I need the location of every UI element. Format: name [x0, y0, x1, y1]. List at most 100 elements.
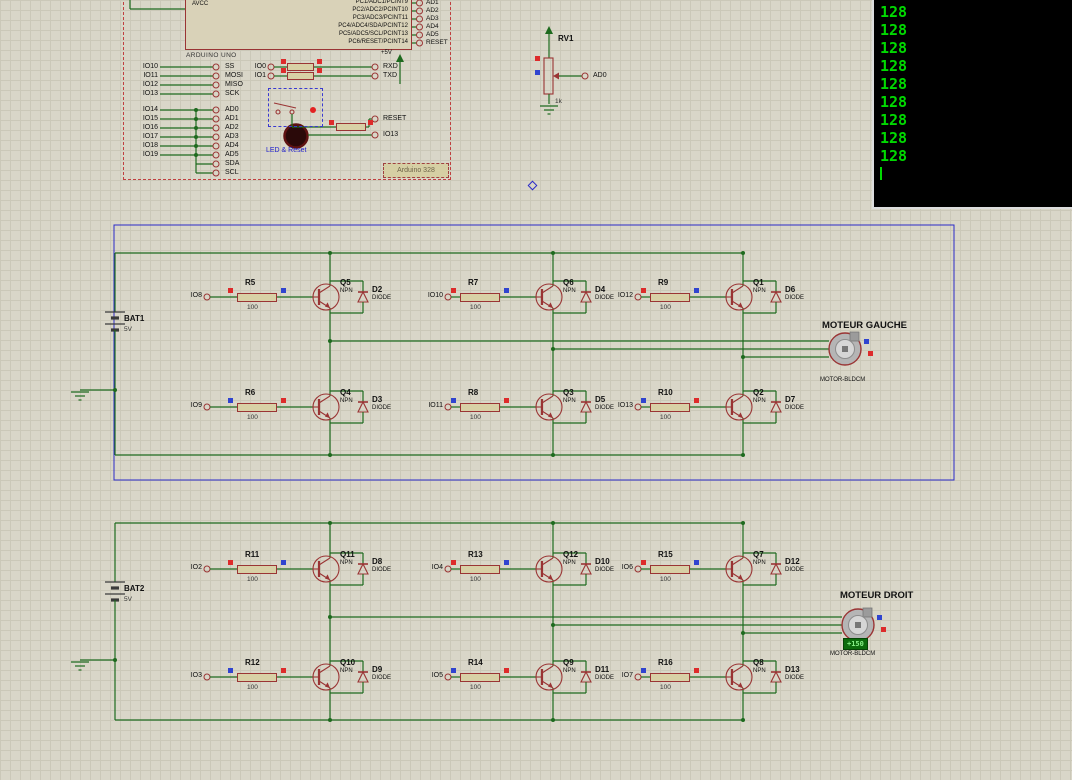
- pin-label-AD1: AD1: [426, 0, 439, 6]
- diode-type: DIODE: [785, 295, 805, 301]
- resistor-reset[interactable]: [336, 123, 366, 131]
- terminal-output: 128 128 128 128 128 128 128 128 128: [880, 3, 1066, 183]
- resistor-value: 100: [247, 576, 258, 583]
- resistor-value: 100: [470, 304, 481, 311]
- terminal-line: 128: [880, 57, 908, 75]
- resistor-ref: R16: [658, 658, 673, 667]
- pin-label-SDA: SDA: [225, 159, 240, 167]
- transistor-ref: Q8: [753, 658, 764, 667]
- logic-state-low: [281, 288, 286, 293]
- io-label-IO11: IO11: [143, 71, 158, 79]
- logic-state-low: [641, 668, 646, 673]
- terminal-line: 128: [880, 39, 908, 57]
- logic-state-high: [504, 668, 509, 673]
- resistor-R10[interactable]: [650, 402, 690, 412]
- pin-label-TXD: TXD: [383, 71, 397, 79]
- transistor-type: NPN: [563, 560, 576, 566]
- resistor-value: 100: [660, 414, 671, 421]
- resistor-R6[interactable]: [237, 402, 277, 412]
- resistor-R7[interactable]: [460, 292, 500, 302]
- resistor-R12[interactable]: [237, 672, 277, 682]
- resistor-R8[interactable]: [460, 402, 500, 412]
- series-resistor-RXD[interactable]: [287, 63, 314, 71]
- resistor-ref: R5: [245, 278, 256, 287]
- io-label-IO12: IO12: [617, 292, 633, 299]
- resistor-ref: R13: [468, 550, 483, 559]
- resistor-value: 100: [247, 304, 258, 311]
- io-label-IO12: IO12: [142, 80, 158, 88]
- pin-label-SS: SS: [225, 62, 235, 70]
- diode-type: DIODE: [372, 675, 392, 681]
- resistor-value: 100: [660, 576, 671, 583]
- io-label-IO11: IO11: [428, 402, 443, 409]
- io-label-IO5: IO5: [431, 672, 443, 679]
- logic-state-high: [228, 560, 233, 565]
- logic-state-low: [535, 70, 540, 75]
- pin-label-reset: RESET: [383, 115, 407, 122]
- logic-state-low: [504, 288, 509, 293]
- series-resistor-TXD[interactable]: [287, 72, 314, 80]
- diode-type: DIODE: [785, 405, 805, 411]
- resistor-value: 100: [470, 684, 481, 691]
- chip-pin-label: PC1/ADC1/PCINT9: [355, 0, 408, 5]
- resistor-R15[interactable]: [650, 564, 690, 574]
- pin-label-RXD: RXD: [383, 62, 398, 70]
- diode-type: DIODE: [372, 295, 392, 301]
- resistor-R5[interactable]: [237, 292, 277, 302]
- resistor-value: 100: [470, 414, 481, 421]
- io-label-IO13: IO13: [142, 89, 158, 97]
- resistor-R16[interactable]: [650, 672, 690, 682]
- pin-label-AD5: AD5: [225, 150, 239, 158]
- terminal-line: 128: [880, 111, 908, 129]
- transistor-type: NPN: [340, 398, 353, 404]
- transistor-type: NPN: [753, 288, 766, 294]
- diode-type: DIODE: [785, 567, 805, 573]
- pin-label-AD4: AD4: [426, 23, 439, 30]
- io-label-IO19: IO19: [142, 150, 158, 158]
- transistor-ref: Q2: [753, 388, 764, 397]
- logic-state-low: [451, 398, 456, 403]
- plus5v-label: +5V: [381, 50, 392, 56]
- resistor-value: 100: [247, 414, 258, 421]
- resistor-R13[interactable]: [460, 564, 500, 574]
- resistor-ref: R7: [468, 278, 479, 287]
- rv1-ref: RV1: [558, 34, 574, 43]
- motor-rpm-badge: +150: [843, 638, 868, 650]
- resistor-value: 100: [660, 684, 671, 691]
- logic-state-high: [694, 668, 699, 673]
- logic-state-low: [641, 398, 646, 403]
- pin-label-AD3: AD3: [426, 15, 439, 22]
- terminal-cursor: [880, 167, 882, 180]
- resistor-R14[interactable]: [460, 672, 500, 682]
- transistor-ref: Q11: [340, 550, 355, 559]
- pin-label-io13: IO13: [383, 131, 399, 138]
- transistor-ref: Q12: [563, 550, 579, 559]
- motor-state: [877, 615, 882, 620]
- terminal-line: 128: [880, 93, 908, 111]
- motor-state: [881, 627, 886, 632]
- pin-label-MOSI: MOSI: [225, 71, 243, 79]
- pin-label-ad0: AD0: [593, 72, 607, 79]
- logic-state-high: [281, 68, 286, 73]
- logic-state-high: [641, 560, 646, 565]
- transistor-type: NPN: [753, 398, 766, 404]
- terminal-line: 128: [880, 129, 908, 147]
- terminal-line: 128: [880, 147, 908, 165]
- logic-state-high: [329, 120, 334, 125]
- io-label-IO14: IO14: [142, 105, 158, 113]
- resistor-ref: R9: [658, 278, 669, 287]
- logic-state-low: [228, 668, 233, 673]
- diode-ref: D12: [785, 557, 800, 566]
- motor-right-title: MOTEUR DROIT: [840, 590, 914, 601]
- transistor-type: NPN: [563, 668, 576, 674]
- transistor-type: NPN: [340, 668, 353, 674]
- diode-type: DIODE: [372, 405, 392, 411]
- logic-state-high: [368, 120, 373, 125]
- arduino-board-label[interactable]: Arduino 328: [383, 163, 449, 178]
- resistor-ref: R15: [658, 550, 673, 559]
- virtual-terminal[interactable]: 128 128 128 128 128 128 128 128 128: [872, 0, 1072, 209]
- resistor-R11[interactable]: [237, 564, 277, 574]
- motor-state: [864, 339, 869, 344]
- transistor-type: NPN: [563, 288, 576, 294]
- resistor-R9[interactable]: [650, 292, 690, 302]
